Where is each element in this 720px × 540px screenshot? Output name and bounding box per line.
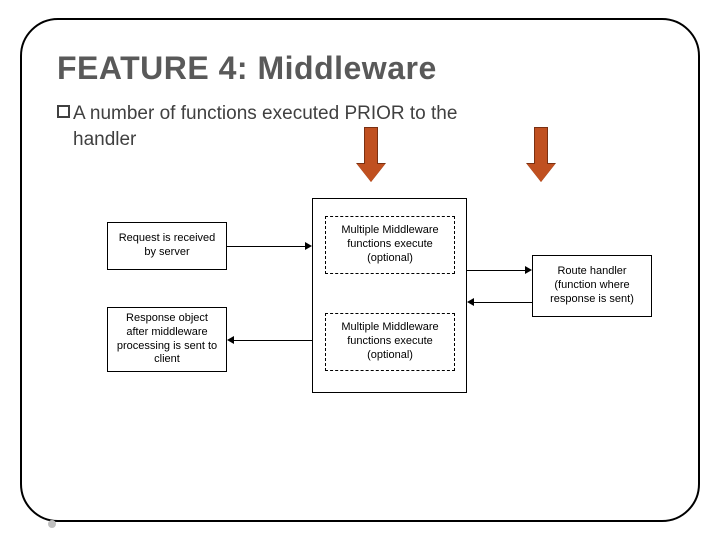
slide-title: FEATURE 4: Middleware <box>57 50 668 87</box>
connector-line <box>467 270 525 271</box>
arrow-down-middleware-icon <box>357 127 385 187</box>
arrowhead-icon <box>227 336 234 344</box>
arrowhead-icon <box>305 242 312 250</box>
bullet-text: A number of functions executed PRIOR to … <box>73 101 457 152</box>
bullet-square-icon <box>57 105 70 118</box>
box-middleware-top: Multiple Middleware functions execute (o… <box>325 216 455 274</box>
box-route-handler: Route handler (function where response i… <box>532 255 652 317</box>
page-indicator-dot <box>48 520 56 528</box>
arrowhead-icon <box>525 266 532 274</box>
box-response: Response object after middleware process… <box>107 307 227 372</box>
arrow-down-handler-icon <box>527 127 555 187</box>
box-request: Request is received by server <box>107 222 227 270</box>
connector-line <box>474 302 532 303</box>
slide-frame: FEATURE 4: Middleware A number of functi… <box>20 18 700 522</box>
arrowhead-icon <box>467 298 474 306</box>
connector-line <box>227 246 305 247</box>
bullet-line1: A number of functions executed PRIOR to … <box>73 103 457 124</box>
bullet-line2: handler <box>73 127 457 153</box>
box-middleware-bottom: Multiple Middleware functions execute (o… <box>325 313 455 371</box>
flow-diagram: Request is received by server Response o… <box>107 210 667 430</box>
connector-line <box>234 340 312 341</box>
